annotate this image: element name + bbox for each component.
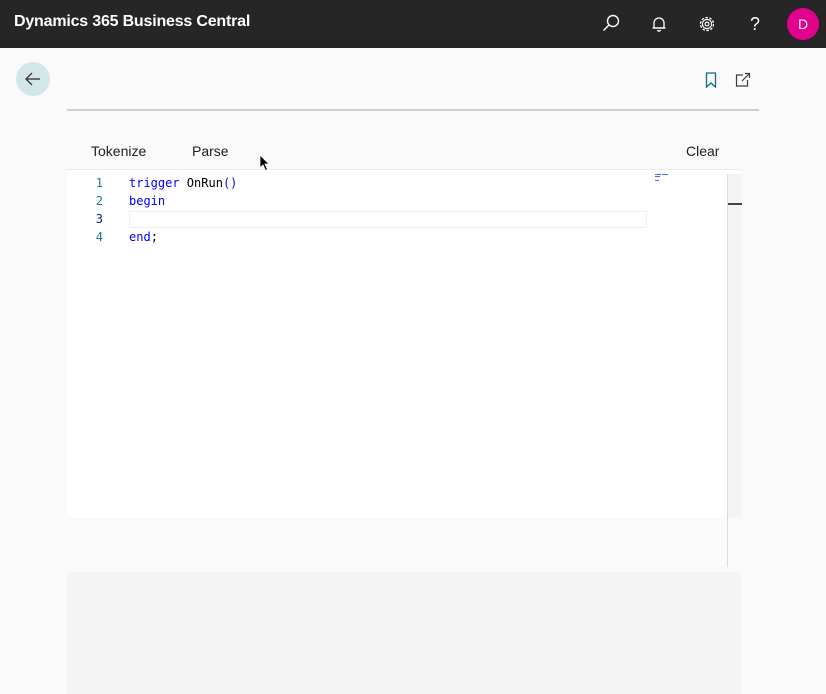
punctuation-token: ; — [150, 230, 158, 244]
code-text: end; — [129, 228, 158, 246]
code-editor[interactable]: 1 trigger OnRun() 2 begin 3 4 end; — [67, 170, 742, 517]
line-number: 4 — [95, 230, 103, 244]
code-line[interactable]: 1 trigger OnRun() — [67, 174, 647, 192]
keyword-token: end — [129, 230, 151, 244]
keyword-token: begin — [129, 194, 166, 208]
line-number: 3 — [95, 212, 103, 226]
help-icon[interactable]: ? — [743, 12, 767, 36]
mouse-pointer-icon — [259, 154, 270, 172]
scroll-position-marker[interactable] — [728, 203, 742, 205]
bookmark-icon[interactable] — [702, 71, 720, 89]
code-text: begin — [129, 192, 165, 210]
clear-action[interactable]: Clear — [686, 143, 719, 159]
arrow-left-icon — [25, 72, 40, 86]
code-text: trigger OnRun() — [129, 174, 237, 192]
code-line[interactable]: 4 end; — [67, 228, 647, 246]
bell-icon[interactable] — [647, 12, 671, 36]
app-title: Dynamics 365 Business Central — [14, 13, 251, 30]
identifier-token: OnRun — [179, 176, 223, 190]
gear-icon[interactable] — [695, 12, 719, 36]
header-divider — [67, 109, 759, 111]
avatar[interactable]: D — [787, 8, 819, 40]
top-bar: Dynamics 365 Business Central ? D — [0, 0, 826, 48]
keyword-token: trigger — [129, 176, 180, 190]
code-line[interactable]: 2 begin — [67, 192, 647, 210]
line-number: 2 — [95, 194, 103, 208]
parse-action[interactable]: Parse — [192, 143, 229, 159]
code-line[interactable]: 3 — [67, 210, 647, 228]
editor-scrollbar[interactable] — [727, 174, 742, 517]
search-icon[interactable] — [599, 12, 623, 36]
output-panel — [67, 572, 741, 694]
tokenize-action[interactable]: Tokenize — [91, 143, 146, 159]
line-number: 1 — [95, 176, 103, 190]
minimap[interactable] — [655, 174, 671, 182]
open-in-new-window-icon[interactable] — [734, 71, 752, 89]
scrollbar-track-edge — [727, 517, 728, 567]
back-button[interactable] — [16, 62, 50, 96]
paren-token: () — [222, 176, 238, 190]
